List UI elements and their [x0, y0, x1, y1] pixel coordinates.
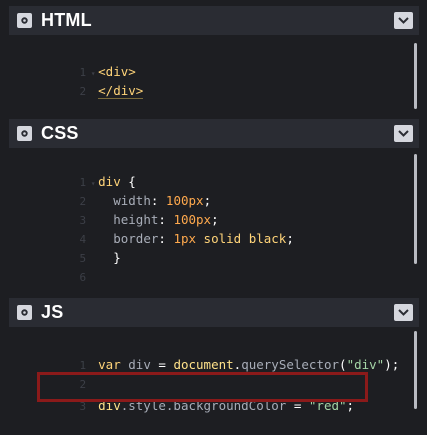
code-line: 5 }: [79, 250, 121, 265]
code-line: 2 width: 100px;: [79, 193, 212, 208]
chevron-down-icon[interactable]: [394, 125, 413, 142]
css-panel: CSS 1 ▾ div { 2 width: 100px; 3 height: 10…: [9, 119, 419, 295]
code-line: 1 ▾ <div>: [9, 43, 419, 79]
code-line: 6: [79, 271, 87, 284]
code-line: 2 </div>: [79, 83, 144, 99]
css-editor[interactable]: 1 ▾ div { 2 width: 100px; 3 height: 100px;…: [9, 148, 419, 299]
code-line: 1 var div = document.querySelector("div")…: [79, 357, 400, 372]
js-panel-header: JS: [9, 298, 419, 327]
code-line: 3 height: 100px;: [79, 212, 219, 227]
annotation-highlight-box: [37, 372, 368, 402]
gear-icon[interactable]: [17, 13, 32, 28]
chevron-down-icon[interactable]: [394, 12, 413, 29]
gear-icon[interactable]: [17, 305, 32, 320]
gear-icon[interactable]: [17, 126, 32, 141]
html-panel: HTML 1 ▾ <div> 2 </div>: [9, 6, 419, 116]
panel-title: CSS: [41, 123, 79, 143]
css-panel-header: CSS: [9, 119, 419, 148]
html-panel-header: HTML: [9, 6, 419, 35]
html-editor[interactable]: 1 ▾ <div> 2 </div>: [9, 35, 419, 123]
code-line: 1 ▾ div {: [9, 153, 419, 189]
scrollbar[interactable]: [414, 331, 417, 409]
scrollbar[interactable]: [414, 154, 417, 264]
scrollbar[interactable]: [414, 43, 417, 109]
chevron-down-icon[interactable]: [394, 304, 413, 321]
code-line: 4 border: 1px solid black;: [79, 231, 294, 246]
panel-title: HTML: [41, 10, 92, 30]
panel-title: JS: [41, 302, 64, 322]
